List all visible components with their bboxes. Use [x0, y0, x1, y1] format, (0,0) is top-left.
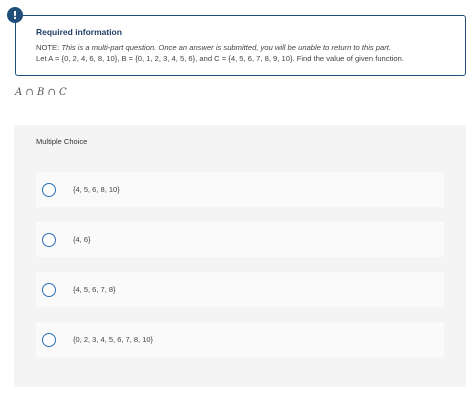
radio-button-icon[interactable]: [42, 282, 56, 297]
question-type-label: Multiple Choice: [36, 137, 88, 146]
note-body: This is a multi-part question. Once an a…: [61, 43, 391, 52]
radio-button-icon[interactable]: [42, 232, 56, 247]
alert-icon: !: [7, 7, 23, 23]
multiple-choice-panel: Multiple Choice {4, 5, 6, 8, 10} {4, 6} …: [14, 125, 466, 387]
option-label: {4, 5, 6, 8, 10}: [73, 185, 120, 194]
set-expression: A ∩ B ∩ C: [15, 87, 67, 98]
radio-button-icon[interactable]: [42, 332, 56, 347]
problem-statement: Let A = {0, 2, 4, 6, 8, 10}, B = {0, 1, …: [36, 53, 404, 63]
note-label: NOTE:: [36, 43, 60, 52]
required-information-box: Required information NOTE: This is a mul…: [15, 15, 466, 76]
note-text: NOTE: This is a multi-part question. Onc…: [36, 43, 453, 64]
answer-option-1[interactable]: {4, 5, 6, 8, 10}: [36, 172, 444, 207]
answer-option-3[interactable]: {4, 5, 6, 7, 8}: [36, 272, 444, 307]
answer-option-2[interactable]: {4, 6}: [36, 222, 444, 257]
option-label: {4, 6}: [73, 235, 91, 244]
required-information-title: Required information: [36, 27, 122, 37]
answer-option-4[interactable]: {0, 2, 3, 4, 5, 6, 7, 8, 10}: [36, 322, 444, 357]
option-label: {4, 5, 6, 7, 8}: [73, 285, 116, 294]
radio-button-icon[interactable]: [42, 182, 56, 197]
option-label: {0, 2, 3, 4, 5, 6, 7, 8, 10}: [73, 335, 154, 344]
